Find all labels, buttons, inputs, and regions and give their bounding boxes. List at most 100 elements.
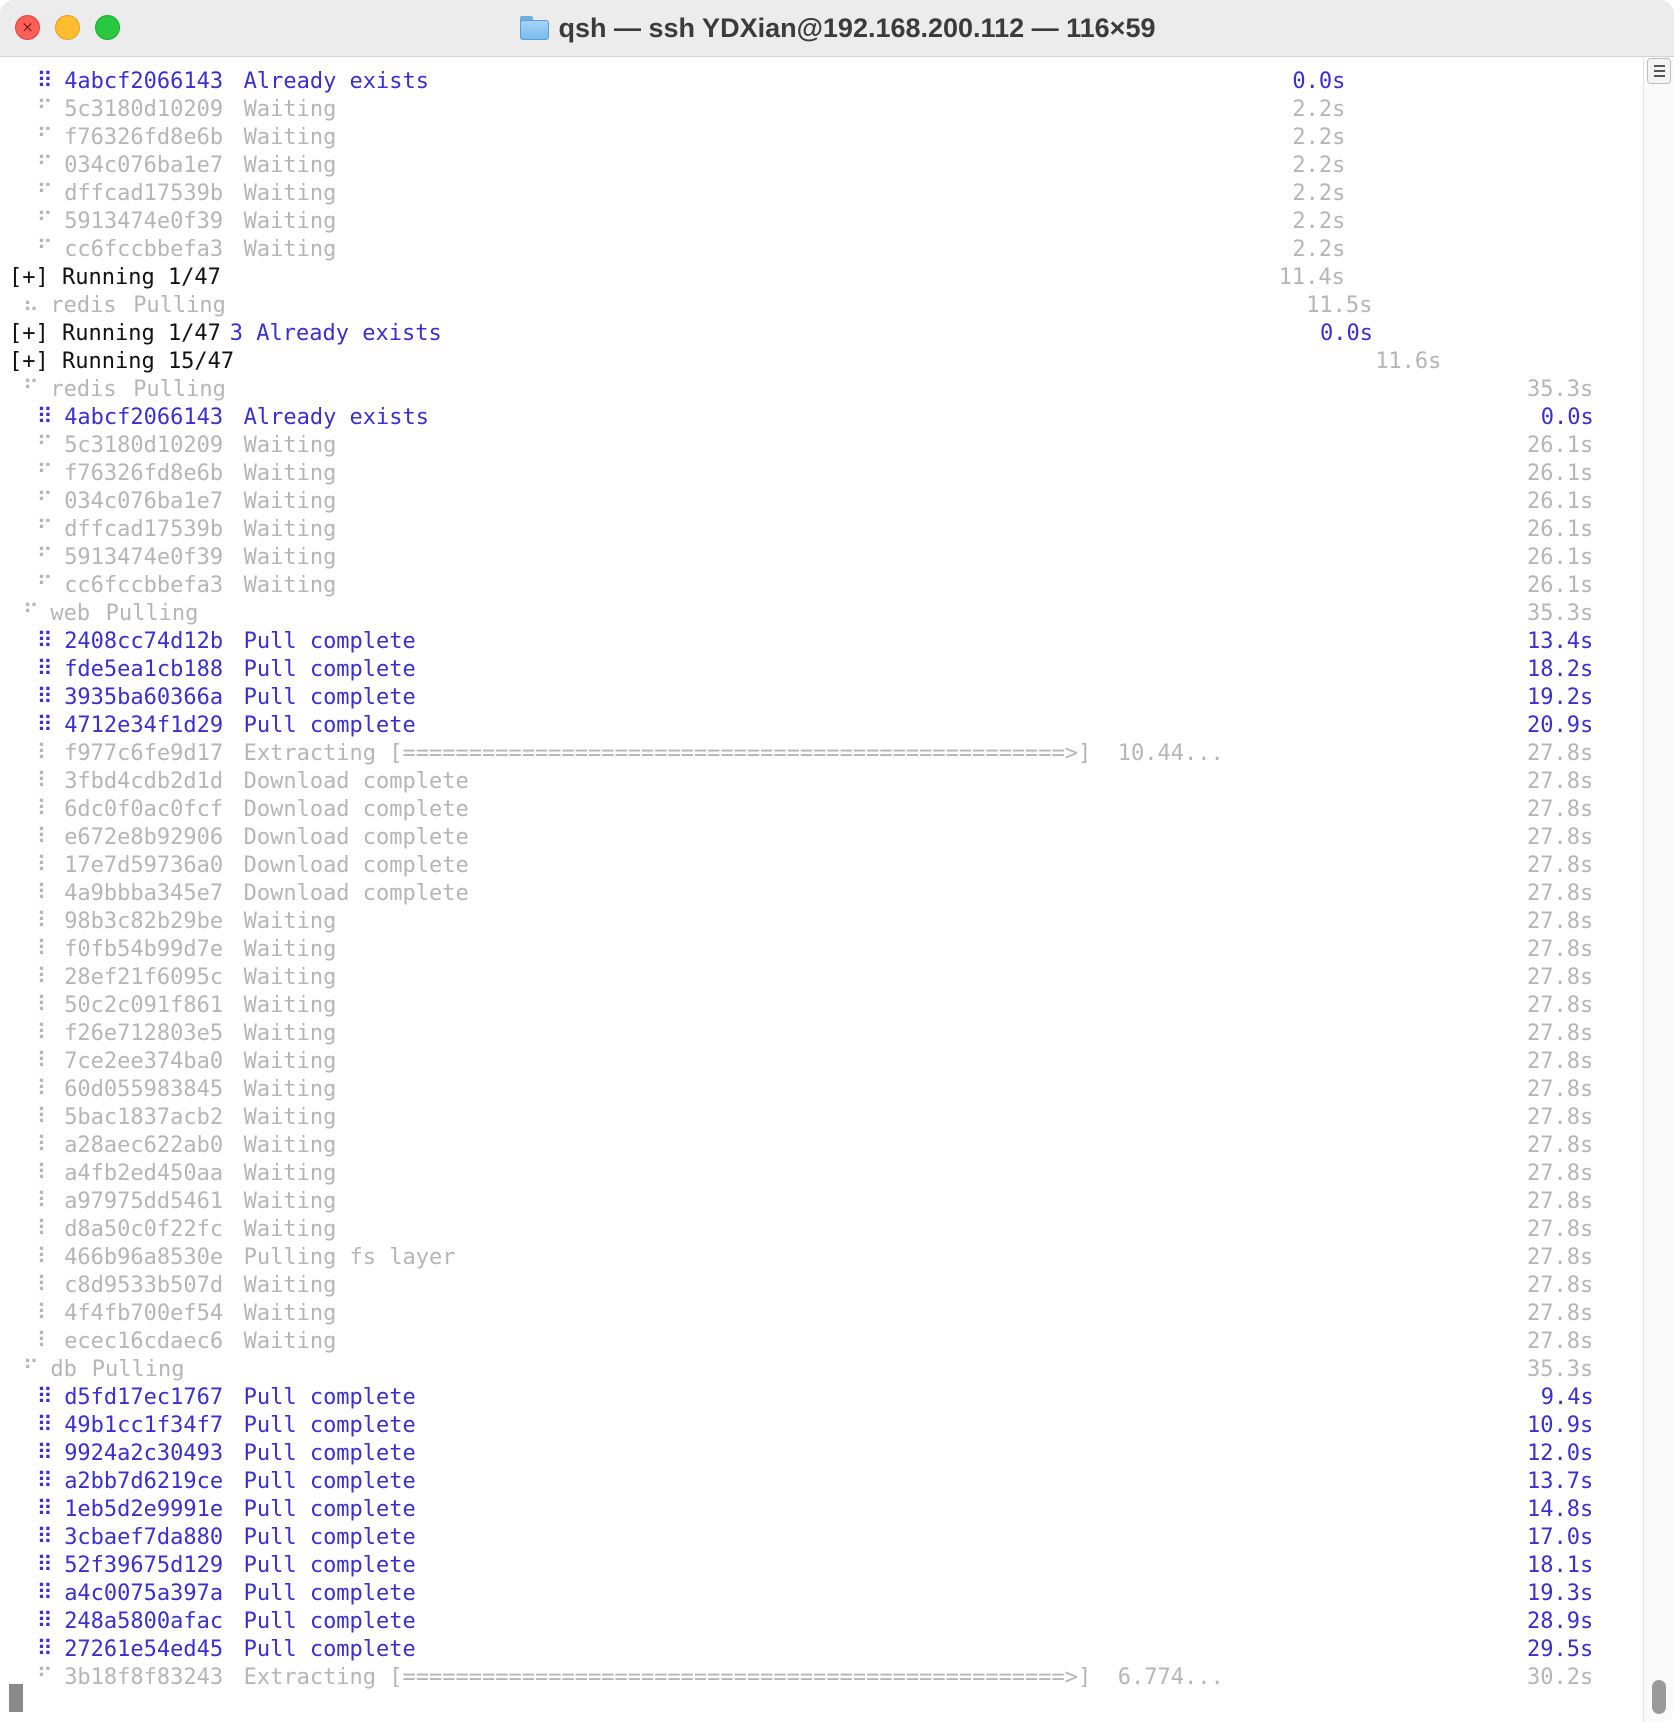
elapsed-time: 27.8s: [1527, 1161, 1594, 1186]
layer-line: ⠇ 17e7d59736a0 Download complete 27.8s: [0, 852, 1644, 880]
layer-status: Download complete: [243, 825, 469, 850]
layer-status: Waiting: [243, 993, 337, 1018]
scrollbar-thumb[interactable]: [1652, 1680, 1666, 1714]
elapsed-time: 27.8s: [1527, 1021, 1594, 1046]
spinner-icon: ⠇: [36, 937, 53, 962]
layer-id: fde5ea1cb188: [64, 657, 224, 682]
service-name: db: [50, 1357, 77, 1382]
layer-id: 5c3180d10209: [64, 433, 224, 458]
elapsed-time: 2.2s: [1292, 125, 1346, 150]
elapsed-time: 26.1s: [1527, 545, 1594, 570]
elapsed-time: 27.8s: [1527, 1049, 1594, 1074]
layer-status: Waiting: [243, 125, 337, 150]
layer-line: ⠋ cc6fccbbefa3 Waiting 26.1s: [0, 572, 1644, 600]
layer-status: Pulling: [105, 601, 199, 626]
elapsed-time: 0.0s: [1320, 321, 1373, 346]
elapsed-time: 27.8s: [1527, 937, 1594, 962]
spinner-icon: ⠿: [36, 1385, 53, 1410]
spinner-icon: ⠇: [36, 853, 53, 878]
elapsed-time: 27.8s: [1527, 1105, 1594, 1130]
spinner-icon: ⠋: [36, 97, 53, 122]
layer-id: 4a9bbba345e7: [64, 881, 224, 906]
layer-id: 60d055983845: [64, 1077, 224, 1102]
layer-status: Pull complete: [243, 1385, 416, 1410]
layer-id: 5bac1837acb2: [64, 1105, 224, 1130]
service-name: redis: [50, 377, 117, 402]
layer-id: 4abcf2066143: [64, 405, 224, 430]
layer-line: ⠋ 5913474e0f39 Waiting 26.1s: [0, 544, 1644, 572]
layer-status: Waiting: [243, 573, 337, 598]
elapsed-time: 27.8s: [1527, 1329, 1594, 1354]
service-name: web: [50, 601, 91, 626]
spinner-icon: ⠋: [36, 181, 53, 206]
layer-line: ⠿ d5fd17ec1767 Pull complete 9.4s: [0, 1384, 1644, 1412]
layer-line: ⠿ a2bb7d6219ce Pull complete 13.7s: [0, 1468, 1644, 1496]
spinner-icon: ⠿: [36, 1581, 53, 1606]
layer-status: Waiting: [243, 1301, 337, 1326]
spinner-icon: ⠋: [36, 153, 53, 178]
spinner-icon: ⠇: [36, 741, 53, 766]
elapsed-time: 27.8s: [1527, 1273, 1594, 1298]
spinner-icon: ⠇: [36, 1105, 53, 1130]
spinner-icon: ⠋: [36, 125, 53, 150]
scrollbar[interactable]: [1643, 57, 1674, 1722]
spinner-icon: ⠇: [36, 797, 53, 822]
layer-status: Waiting: [243, 237, 337, 262]
layer-line: ⠋ 5c3180d10209 Waiting 2.2s: [0, 96, 1644, 124]
layer-line: ⠋ 5913474e0f39 Waiting 2.2s: [0, 208, 1644, 236]
layer-id: cc6fccbbefa3: [64, 237, 224, 262]
elapsed-time: 2.2s: [1292, 181, 1346, 206]
spinner-icon: ⠇: [36, 1077, 53, 1102]
spinner-icon: ⠿: [36, 1497, 53, 1522]
terminal-output[interactable]: ⠿ 4abcf2066143 Already exists 0.0s ⠋ 5c3180d1…: [0, 57, 1644, 1722]
view-options-button[interactable]: [1647, 58, 1671, 84]
layer-line: ⠿ 52f39675d129 Pull complete 18.1s: [0, 1552, 1644, 1580]
layer-id: f76326fd8e6b: [64, 125, 224, 150]
elapsed-time: 11.4s: [1278, 265, 1345, 290]
elapsed-time: 27.8s: [1527, 853, 1594, 878]
layer-id: a4c0075a397a: [64, 1581, 224, 1606]
spinner-icon: ⠋: [22, 1357, 39, 1382]
layer-id: 27261e54ed45: [64, 1637, 224, 1662]
elapsed-time: 27.8s: [1527, 741, 1594, 766]
layer-line: ⠿ 3cbaef7da880 Pull complete 17.0s: [0, 1524, 1644, 1552]
elapsed-time: 26.1s: [1527, 489, 1594, 514]
layer-id: 3fbd4cdb2d1d: [64, 769, 224, 794]
layer-status: Pull complete: [243, 657, 416, 682]
layer-line: ⠇ f977c6fe9d17 Extracting [===============…: [0, 740, 1644, 768]
layer-id: a97975dd5461: [64, 1189, 224, 1214]
terminal-window: × qsh — ssh YDXian@192.168.200.112 — 116…: [0, 0, 1674, 1722]
layer-id: f76326fd8e6b: [64, 461, 224, 486]
spinner-icon: ⠇: [36, 1189, 53, 1214]
spinner-icon: ⠇: [36, 1133, 53, 1158]
elapsed-time: 27.8s: [1527, 1189, 1594, 1214]
elapsed-time: 27.8s: [1527, 993, 1594, 1018]
spinner-icon: ⠿: [36, 1469, 53, 1494]
elapsed-time: 12.0s: [1527, 1441, 1594, 1466]
layer-status: Already exists: [243, 69, 430, 94]
layer-status: Download complete: [243, 853, 469, 878]
layer-status: Waiting: [243, 1105, 337, 1130]
service-line: ⠦ redis Pulling 11.5s: [0, 292, 1644, 320]
running-counter: [+] Running 15/47: [9, 349, 235, 374]
layer-id: f26e712803e5: [64, 1021, 224, 1046]
layer-status: Waiting: [243, 1133, 337, 1158]
layer-id: 52f39675d129: [64, 1553, 224, 1578]
spinner-icon: ⠋: [36, 1665, 53, 1690]
layer-line: ⠇ ecec16cdaec6 Waiting 27.8s: [0, 1328, 1644, 1356]
elapsed-time: 17.0s: [1527, 1525, 1594, 1550]
layer-line: ⠿ 4712e34f1d29 Pull complete 20.9s: [0, 712, 1644, 740]
layer-id: 50c2c091f861: [64, 993, 224, 1018]
layer-status: Extracting [============================…: [243, 1665, 1224, 1690]
layer-status: Waiting: [243, 1021, 337, 1046]
elapsed-time: 27.8s: [1527, 1245, 1594, 1270]
elapsed-time: 26.1s: [1527, 461, 1594, 486]
title-bar[interactable]: × qsh — ssh YDXian@192.168.200.112 — 116…: [0, 0, 1674, 57]
layer-status: Pulling fs layer: [243, 1245, 456, 1270]
elapsed-time: 29.5s: [1527, 1637, 1594, 1662]
layer-line: ⠋ cc6fccbbefa3 Waiting 2.2s: [0, 236, 1644, 264]
elapsed-time: 2.2s: [1292, 97, 1346, 122]
layer-line: ⠿ 4abcf2066143 Already exists 0.0s: [0, 404, 1644, 432]
layer-status: Waiting: [243, 489, 337, 514]
layer-line: ⠇ f0fb54b99d7e Waiting 27.8s: [0, 936, 1644, 964]
